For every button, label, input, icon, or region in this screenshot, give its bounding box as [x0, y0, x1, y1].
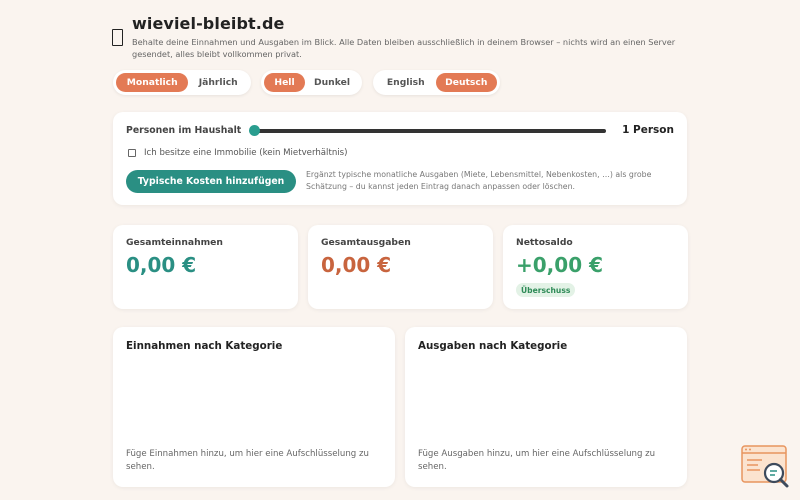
app-header: wieviel-bleibt.de Behalte deine Einnahme… [112, 14, 692, 64]
net-summary-card: Nettosaldo +0,00 € Überschuss [503, 225, 688, 309]
add-typical-costs-hint: Ergänzt typische monatliche Ausgaben (Mi… [306, 170, 652, 191]
household-slider[interactable] [253, 129, 606, 133]
expenses-by-category-title: Ausgaben nach Kategorie [418, 340, 568, 352]
theme-light-option[interactable]: Hell [264, 73, 305, 92]
app-logo-icon [112, 29, 123, 46]
expenses-empty-message: Füge Ausgaben hinzu, um hier eine Aufsch… [418, 449, 656, 472]
page-title: wieviel-bleibt.de [132, 14, 285, 33]
property-checkbox[interactable] [128, 149, 136, 157]
period-toggle: Monatlich Jährlich [113, 70, 251, 95]
household-card: Personen im Haushalt 1 Person Ich besitz… [113, 112, 687, 205]
household-slider-thumb[interactable] [249, 125, 260, 136]
income-empty-message: Füge Einnahmen hinzu, um hier eine Aufsc… [126, 449, 369, 472]
expenses-summary-card: Gesamtausgaben 0,00 € [308, 225, 493, 309]
status-badge: Überschuss [516, 283, 576, 297]
page-subtitle: Behalte deine Einnahmen und Ausgaben im … [132, 37, 676, 59]
income-total-value: 0,00 € [126, 253, 197, 277]
income-summary-card: Gesamteinnahmen 0,00 € [113, 225, 298, 309]
language-german-option[interactable]: Deutsch [435, 73, 497, 92]
expenses-total-value: 0,00 € [321, 253, 392, 277]
feedback-widget-icon[interactable] [740, 444, 792, 490]
theme-toggle: Hell Dunkel [261, 70, 362, 95]
income-total-label: Gesamteinnahmen [126, 237, 223, 248]
expenses-total-label: Gesamtausgaben [321, 237, 411, 248]
income-by-category-panel: Einnahmen nach Kategorie Füge Einnahmen … [113, 327, 395, 487]
language-toggle: English Deutsch [373, 70, 500, 95]
net-balance-value: +0,00 € [516, 253, 603, 277]
income-by-category-title: Einnahmen nach Kategorie [126, 340, 283, 352]
period-monthly-option[interactable]: Monatlich [116, 73, 189, 92]
household-count: 1 Person [622, 124, 674, 136]
add-typical-costs-button[interactable]: Typische Kosten hinzufügen [126, 170, 296, 193]
household-label: Personen im Haushalt [126, 125, 242, 136]
net-balance-label: Nettosaldo [516, 237, 573, 248]
period-yearly-option[interactable]: Jährlich [188, 73, 248, 92]
expenses-by-category-panel: Ausgaben nach Kategorie Füge Ausgaben hi… [405, 327, 687, 487]
property-checkbox-label[interactable]: Ich besitze eine Immobilie (kein Mietver… [144, 148, 347, 158]
theme-dark-option[interactable]: Dunkel [305, 73, 359, 92]
language-english-option[interactable]: English [376, 73, 436, 92]
